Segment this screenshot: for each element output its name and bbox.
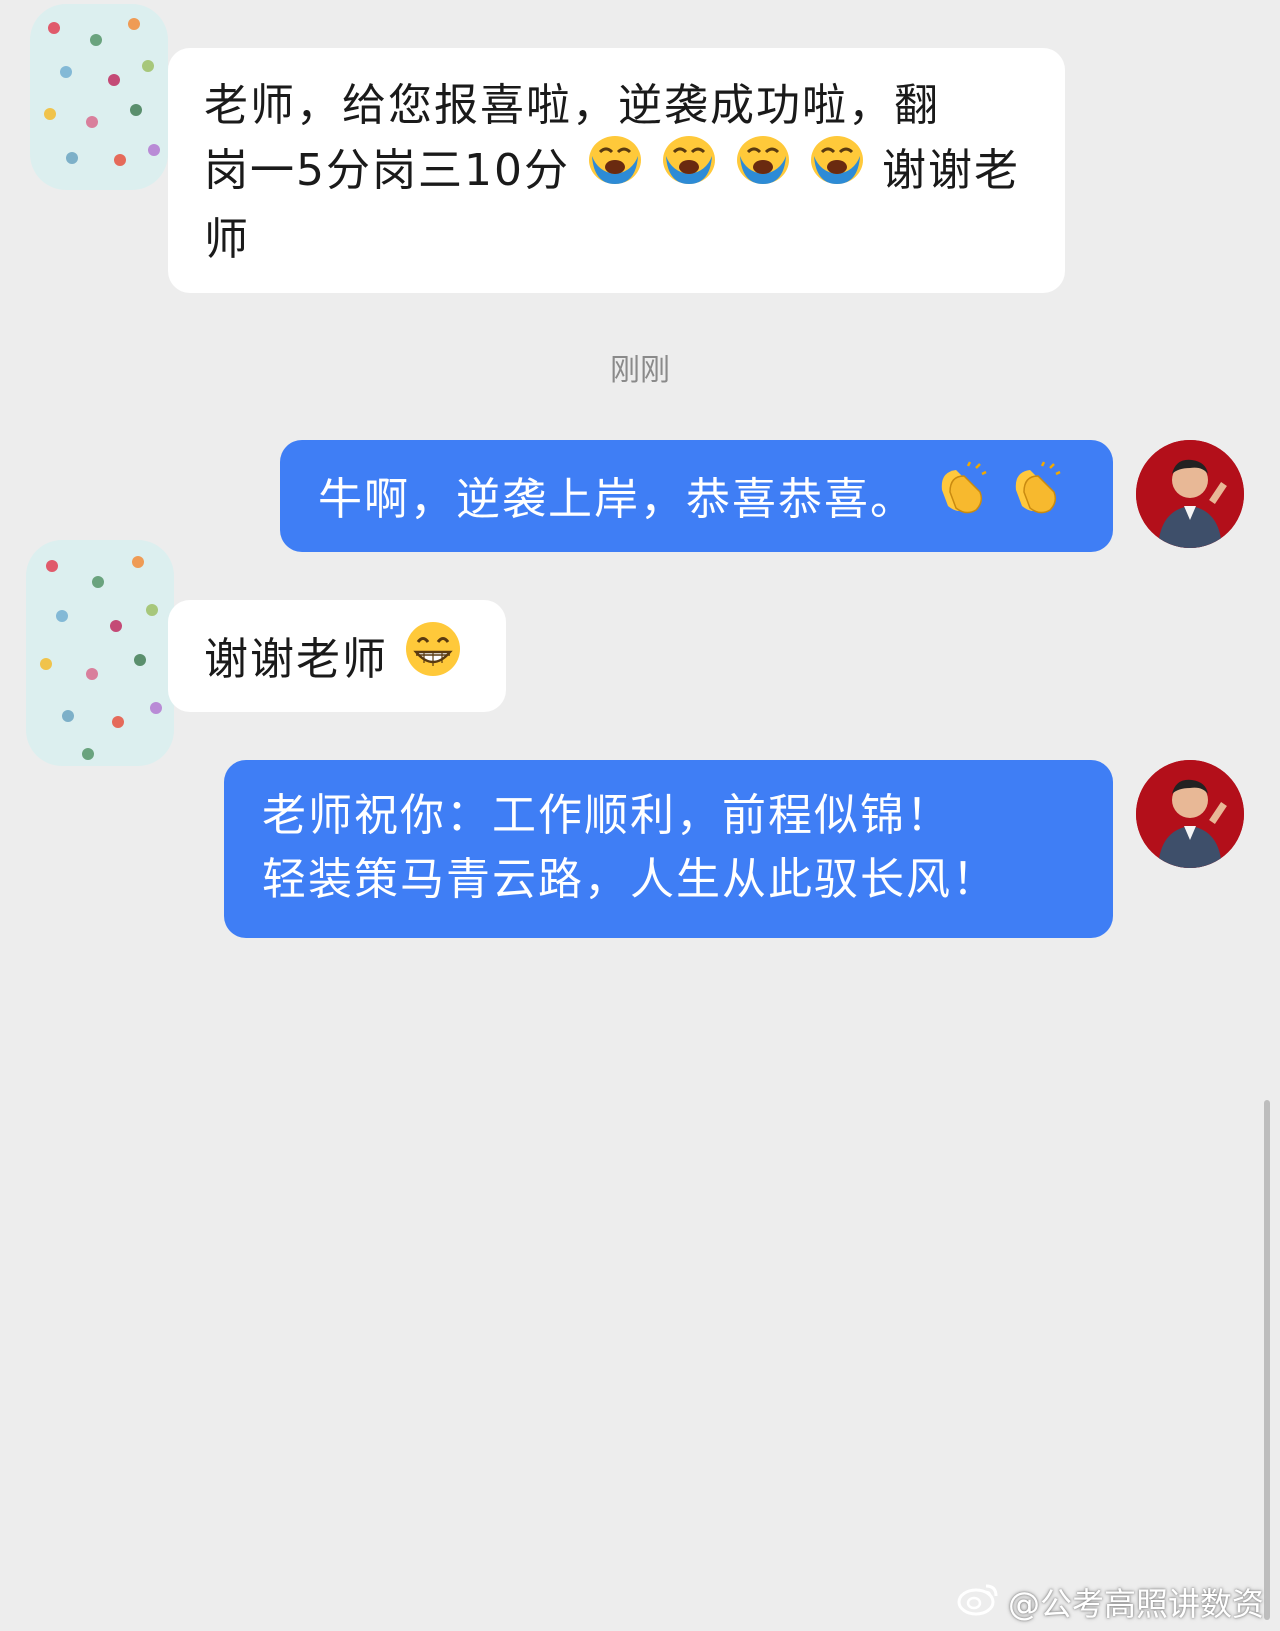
avatar-student[interactable]	[30, 4, 168, 190]
message-bubble[interactable]: 谢谢老师	[168, 600, 506, 712]
loudly-crying-face-icon	[586, 134, 644, 204]
watermark-text: @公考高照讲数资	[1007, 1585, 1264, 1623]
watermark: @公考高照讲数资	[956, 1579, 1264, 1625]
message-text-line: 老师，给您报喜啦，逆袭成功啦，翻	[204, 80, 940, 131]
avatar-teacher[interactable]	[1136, 760, 1244, 868]
avatar-student[interactable]	[26, 540, 174, 766]
loudly-crying-face-icon	[808, 134, 866, 204]
teacher-photo-icon	[1136, 760, 1244, 868]
message-bubble[interactable]: 牛啊，逆袭上岸，恭喜恭喜。	[280, 440, 1113, 552]
message-timestamp: 刚刚	[610, 353, 670, 388]
message-bubble[interactable]: 老师祝你：工作顺利，前程似锦！ 轻装策马青云路，人生从此驭长风！	[224, 760, 1113, 938]
message-text: 牛啊，逆袭上岸，恭喜恭喜。	[318, 474, 916, 525]
message-text-line: 老师祝你：工作顺利，前程似锦！	[262, 790, 952, 841]
loudly-crying-face-icon	[660, 134, 718, 204]
avatar-teacher[interactable]	[1136, 440, 1244, 548]
message-bubble[interactable]: 老师，给您报喜啦，逆袭成功啦，翻 岗一5分岗三10分 谢谢老 师	[168, 48, 1065, 293]
message-text-line: 师	[204, 214, 250, 265]
chat-area[interactable]: 老师，给您报喜啦，逆袭成功啦，翻 岗一5分岗三10分 谢谢老 师 刚刚 牛啊，逆…	[0, 0, 1280, 1631]
clapping-hands-icon	[1006, 460, 1064, 536]
loudly-crying-face-icon	[734, 134, 792, 204]
message-text-line: 轻装策马青云路，人生从此驭长风！	[262, 854, 998, 905]
teacher-photo-icon	[1136, 440, 1244, 548]
message-text-line: 岗一5分岗三10分 谢谢老	[204, 136, 1029, 208]
weibo-logo-icon	[956, 1580, 1000, 1624]
grinning-face-icon	[404, 620, 462, 696]
message-text: 谢谢老师	[204, 634, 388, 685]
clapping-hands-icon	[932, 460, 990, 536]
scrollbar[interactable]	[1264, 1100, 1270, 1620]
